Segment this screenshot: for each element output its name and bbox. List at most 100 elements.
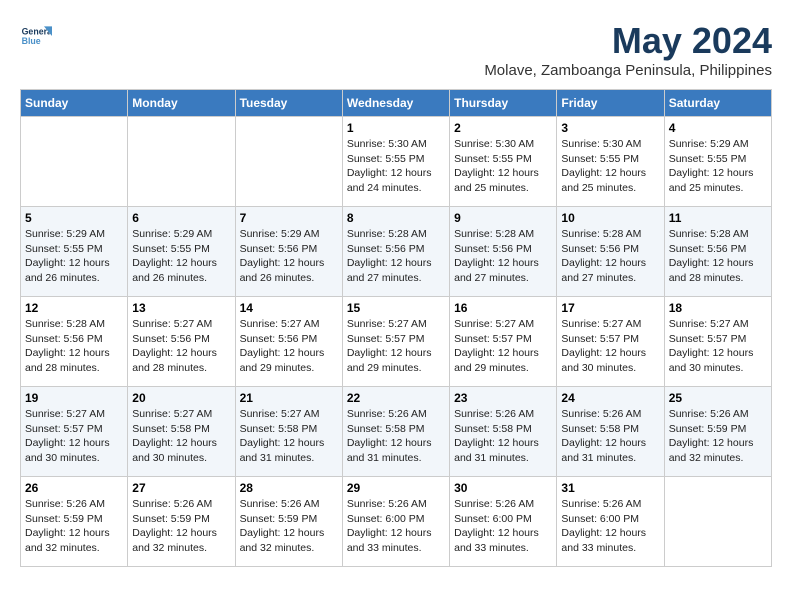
calendar-header-cell: Saturday xyxy=(664,90,771,117)
day-info: Sunrise: 5:26 AM Sunset: 6:00 PM Dayligh… xyxy=(561,497,659,556)
day-number: 28 xyxy=(240,481,338,495)
day-number: 24 xyxy=(561,391,659,405)
day-info: Sunrise: 5:29 AM Sunset: 5:55 PM Dayligh… xyxy=(669,137,767,196)
calendar-cell: 6 Sunrise: 5:29 AM Sunset: 5:55 PM Daylig… xyxy=(128,207,235,297)
day-number: 8 xyxy=(347,211,445,225)
day-info: Sunrise: 5:26 AM Sunset: 6:00 PM Dayligh… xyxy=(347,497,445,556)
calendar-cell: 22 Sunrise: 5:26 AM Sunset: 5:58 PM Dayli… xyxy=(342,387,449,477)
calendar-cell: 1Sunrise: 5:30 AM Sunset: 5:55 PM Daylig… xyxy=(342,117,449,207)
day-info: Sunrise: 5:27 AM Sunset: 5:58 PM Dayligh… xyxy=(132,407,230,466)
day-info: Sunrise: 5:27 AM Sunset: 5:56 PM Dayligh… xyxy=(240,317,338,376)
calendar-row: 5Sunrise: 5:29 AM Sunset: 5:55 PM Daylig… xyxy=(21,207,772,297)
calendar-table: SundayMondayTuesdayWednesdayThursdayFrid… xyxy=(20,89,772,567)
day-number: 26 xyxy=(25,481,123,495)
day-number: 16 xyxy=(454,301,552,315)
calendar-header-cell: Sunday xyxy=(21,90,128,117)
day-info: Sunrise: 5:28 AM Sunset: 5:56 PM Dayligh… xyxy=(25,317,123,376)
calendar-header-cell: Monday xyxy=(128,90,235,117)
day-info: Sunrise: 5:26 AM Sunset: 5:58 PM Dayligh… xyxy=(454,407,552,466)
day-info: Sunrise: 5:26 AM Sunset: 6:00 PM Dayligh… xyxy=(454,497,552,556)
day-number: 7 xyxy=(240,211,338,225)
day-info: Sunrise: 5:28 AM Sunset: 5:56 PM Dayligh… xyxy=(561,227,659,286)
calendar-cell: 2 Sunrise: 5:30 AM Sunset: 5:55 PM Daylig… xyxy=(450,117,557,207)
day-info: Sunrise: 5:27 AM Sunset: 5:57 PM Dayligh… xyxy=(347,317,445,376)
day-number: 31 xyxy=(561,481,659,495)
calendar-cell: 3Sunrise: 5:30 AM Sunset: 5:55 PM Daylig… xyxy=(557,117,664,207)
month-title: May 2024 xyxy=(484,20,772,62)
day-info: Sunrise: 5:27 AM Sunset: 5:57 PM Dayligh… xyxy=(561,317,659,376)
calendar-cell: 17 Sunrise: 5:27 AM Sunset: 5:57 PM Dayli… xyxy=(557,297,664,387)
calendar-cell: 30Sunrise: 5:26 AM Sunset: 6:00 PM Dayli… xyxy=(450,477,557,567)
day-info: Sunrise: 5:27 AM Sunset: 5:57 PM Dayligh… xyxy=(25,407,123,466)
calendar-cell: 8Sunrise: 5:28 AM Sunset: 5:56 PM Daylig… xyxy=(342,207,449,297)
svg-text:Blue: Blue xyxy=(22,36,41,46)
calendar-cell: 7 Sunrise: 5:29 AM Sunset: 5:56 PM Daylig… xyxy=(235,207,342,297)
title-block: May 2024 Molave, Zamboanga Peninsula, Ph… xyxy=(484,20,772,79)
day-info: Sunrise: 5:26 AM Sunset: 5:58 PM Dayligh… xyxy=(347,407,445,466)
day-info: Sunrise: 5:28 AM Sunset: 5:56 PM Dayligh… xyxy=(454,227,552,286)
day-number: 6 xyxy=(132,211,230,225)
day-info: Sunrise: 5:29 AM Sunset: 5:56 PM Dayligh… xyxy=(240,227,338,286)
day-number: 11 xyxy=(669,211,767,225)
calendar-cell xyxy=(128,117,235,207)
day-number: 14 xyxy=(240,301,338,315)
calendar-cell: 14 Sunrise: 5:27 AM Sunset: 5:56 PM Dayli… xyxy=(235,297,342,387)
calendar-row: 12 Sunrise: 5:28 AM Sunset: 5:56 PM Dayli… xyxy=(21,297,772,387)
calendar-cell: 13 Sunrise: 5:27 AM Sunset: 5:56 PM Dayli… xyxy=(128,297,235,387)
calendar-cell: 25 Sunrise: 5:26 AM Sunset: 5:59 PM Dayli… xyxy=(664,387,771,477)
calendar-row: 26 Sunrise: 5:26 AM Sunset: 5:59 PM Dayli… xyxy=(21,477,772,567)
calendar-cell: 12 Sunrise: 5:28 AM Sunset: 5:56 PM Dayli… xyxy=(21,297,128,387)
day-info: Sunrise: 5:26 AM Sunset: 5:59 PM Dayligh… xyxy=(669,407,767,466)
calendar-cell: 29 Sunrise: 5:26 AM Sunset: 6:00 PM Dayli… xyxy=(342,477,449,567)
logo-icon: General Blue xyxy=(20,20,52,52)
calendar-cell: 18Sunrise: 5:27 AM Sunset: 5:57 PM Dayli… xyxy=(664,297,771,387)
day-info: Sunrise: 5:30 AM Sunset: 5:55 PM Dayligh… xyxy=(454,137,552,196)
day-number: 19 xyxy=(25,391,123,405)
day-info: Sunrise: 5:28 AM Sunset: 5:56 PM Dayligh… xyxy=(669,227,767,286)
calendar-cell: 15 Sunrise: 5:27 AM Sunset: 5:57 PM Dayli… xyxy=(342,297,449,387)
calendar-cell: 26 Sunrise: 5:26 AM Sunset: 5:59 PM Dayli… xyxy=(21,477,128,567)
day-info: Sunrise: 5:27 AM Sunset: 5:58 PM Dayligh… xyxy=(240,407,338,466)
day-info: Sunrise: 5:26 AM Sunset: 5:59 PM Dayligh… xyxy=(240,497,338,556)
day-info: Sunrise: 5:26 AM Sunset: 5:58 PM Dayligh… xyxy=(561,407,659,466)
day-info: Sunrise: 5:26 AM Sunset: 5:59 PM Dayligh… xyxy=(25,497,123,556)
day-number: 17 xyxy=(561,301,659,315)
calendar-header-cell: Friday xyxy=(557,90,664,117)
calendar-cell: 23 Sunrise: 5:26 AM Sunset: 5:58 PM Dayli… xyxy=(450,387,557,477)
day-number: 27 xyxy=(132,481,230,495)
calendar-header-cell: Thursday xyxy=(450,90,557,117)
day-number: 9 xyxy=(454,211,552,225)
day-info: Sunrise: 5:26 AM Sunset: 5:59 PM Dayligh… xyxy=(132,497,230,556)
day-info: Sunrise: 5:27 AM Sunset: 5:57 PM Dayligh… xyxy=(669,317,767,376)
day-info: Sunrise: 5:29 AM Sunset: 5:55 PM Dayligh… xyxy=(132,227,230,286)
day-number: 22 xyxy=(347,391,445,405)
calendar-cell: 4Sunrise: 5:29 AM Sunset: 5:55 PM Daylig… xyxy=(664,117,771,207)
day-number: 21 xyxy=(240,391,338,405)
day-info: Sunrise: 5:27 AM Sunset: 5:57 PM Dayligh… xyxy=(454,317,552,376)
day-number: 23 xyxy=(454,391,552,405)
calendar-row: 1Sunrise: 5:30 AM Sunset: 5:55 PM Daylig… xyxy=(21,117,772,207)
day-number: 29 xyxy=(347,481,445,495)
day-number: 2 xyxy=(454,121,552,135)
calendar-cell: 27 Sunrise: 5:26 AM Sunset: 5:59 PM Dayli… xyxy=(128,477,235,567)
day-number: 12 xyxy=(25,301,123,315)
calendar-cell: 5Sunrise: 5:29 AM Sunset: 5:55 PM Daylig… xyxy=(21,207,128,297)
calendar-cell: 19 Sunrise: 5:27 AM Sunset: 5:57 PM Dayli… xyxy=(21,387,128,477)
day-number: 13 xyxy=(132,301,230,315)
day-number: 25 xyxy=(669,391,767,405)
calendar-cell: 31 Sunrise: 5:26 AM Sunset: 6:00 PM Dayli… xyxy=(557,477,664,567)
logo: General Blue xyxy=(20,20,52,52)
day-number: 20 xyxy=(132,391,230,405)
page-header: General Blue May 2024 Molave, Zamboanga … xyxy=(20,20,772,79)
calendar-cell: 20 Sunrise: 5:27 AM Sunset: 5:58 PM Dayli… xyxy=(128,387,235,477)
calendar-header-row: SundayMondayTuesdayWednesdayThursdayFrid… xyxy=(21,90,772,117)
calendar-cell: 11 Sunrise: 5:28 AM Sunset: 5:56 PM Dayli… xyxy=(664,207,771,297)
day-info: Sunrise: 5:30 AM Sunset: 5:55 PM Dayligh… xyxy=(561,137,659,196)
calendar-cell: 10 Sunrise: 5:28 AM Sunset: 5:56 PM Dayli… xyxy=(557,207,664,297)
day-number: 15 xyxy=(347,301,445,315)
calendar-cell: 28 Sunrise: 5:26 AM Sunset: 5:59 PM Dayli… xyxy=(235,477,342,567)
calendar-cell xyxy=(235,117,342,207)
day-info: Sunrise: 5:27 AM Sunset: 5:56 PM Dayligh… xyxy=(132,317,230,376)
calendar-cell: 9 Sunrise: 5:28 AM Sunset: 5:56 PM Daylig… xyxy=(450,207,557,297)
day-number: 10 xyxy=(561,211,659,225)
